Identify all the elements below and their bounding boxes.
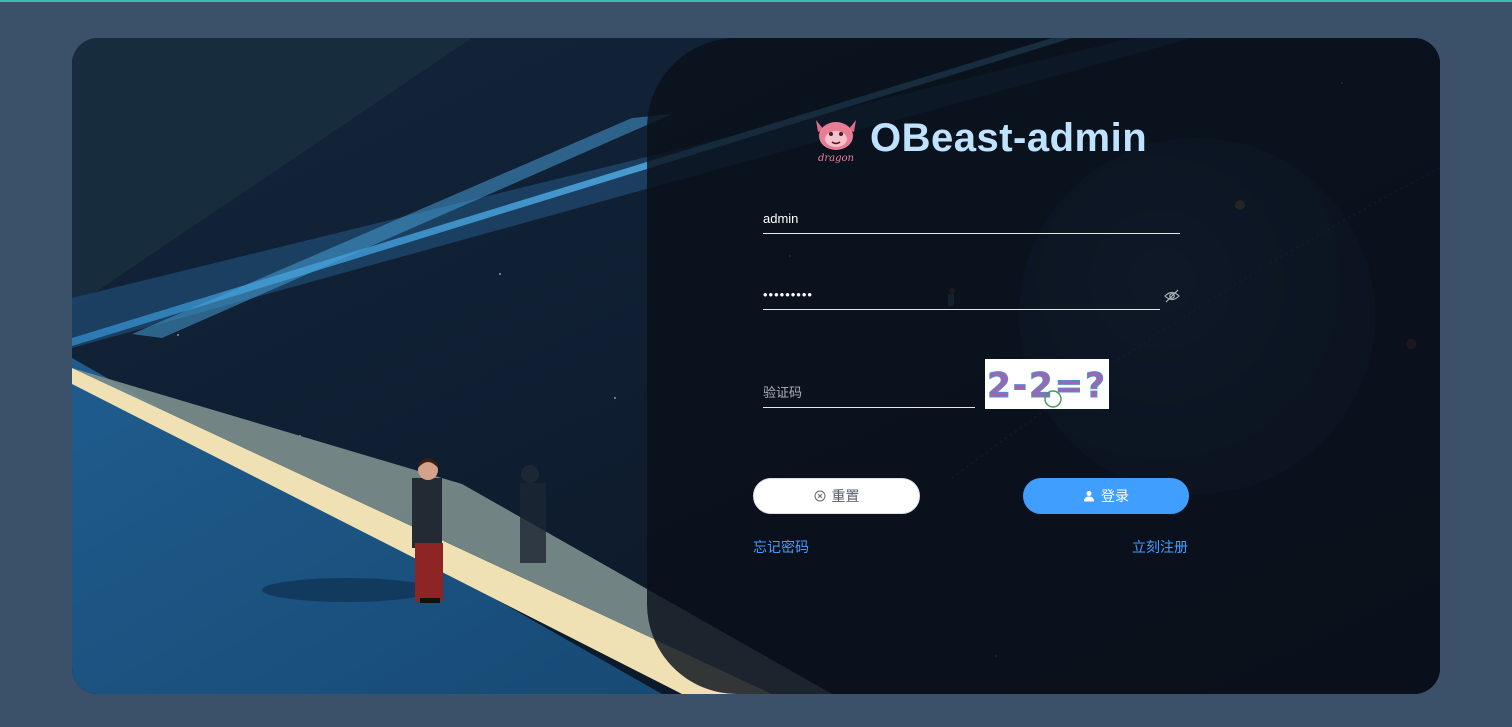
user-icon [1084, 491, 1094, 502]
reset-button-label: 重置 [831, 488, 860, 504]
password-field [763, 280, 1160, 310]
forgot-password-link[interactable]: 忘记密码 [753, 537, 809, 557]
captcha-image[interactable]: 2-2=? [985, 359, 1109, 409]
login-button-label: 登录 [1101, 488, 1129, 504]
circle-close-icon [814, 490, 825, 502]
reset-button[interactable]: 重置 [753, 478, 920, 514]
dragon-logo-icon: dragon [816, 120, 856, 164]
top-accent-line [0, 0, 1512, 2]
brand: dragon OBeast-admin [810, 108, 1147, 168]
captcha-field [763, 378, 975, 408]
captcha-text: 2-2=? [987, 366, 1107, 406]
app-title: OBeast-admin [870, 115, 1148, 160]
password-input[interactable] [763, 280, 1160, 309]
login-button[interactable]: 登录 [1023, 478, 1189, 514]
username-field [763, 204, 1180, 234]
login-card [72, 38, 1440, 694]
eye-hidden-icon[interactable] [1164, 289, 1180, 303]
register-link[interactable]: 立刻注册 [1132, 537, 1188, 557]
username-input[interactable] [763, 204, 1180, 233]
logo-text: dragon [818, 153, 854, 164]
captcha-input[interactable] [763, 378, 975, 407]
